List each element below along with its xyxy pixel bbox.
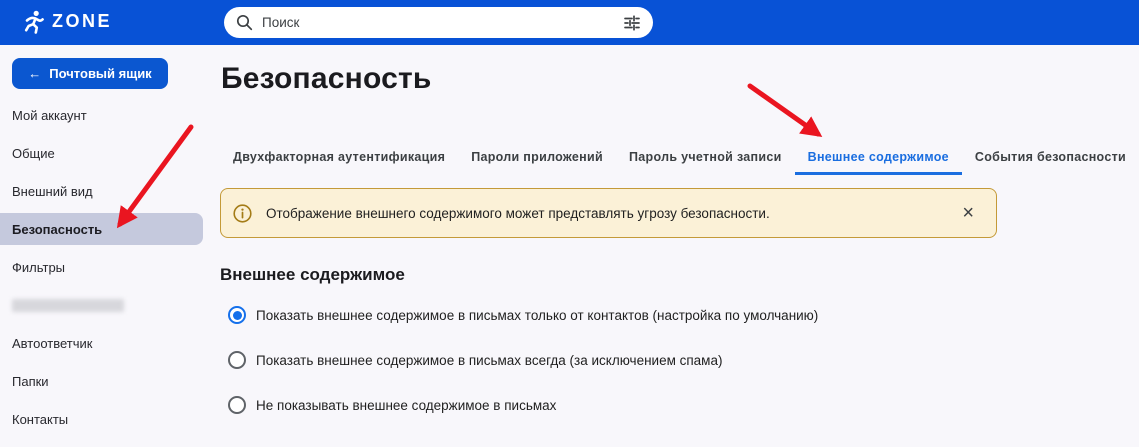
banner-message: Отображение внешнего содержимого может п… bbox=[266, 206, 770, 221]
sidebar-item-filters[interactable]: Фильтры bbox=[0, 248, 210, 286]
tab-account-password[interactable]: Пароль учетной записи bbox=[616, 141, 795, 175]
main-content: Безопасность Двухфакторная аутентификаци… bbox=[220, 45, 1139, 447]
sidebar-item-label: Автоответчик bbox=[12, 336, 92, 351]
sidebar-item-label: Общие bbox=[12, 146, 55, 161]
sidebar-item-label: Фильтры bbox=[12, 260, 65, 275]
search-icon bbox=[236, 14, 253, 31]
sidebar-item-general[interactable]: Общие bbox=[0, 134, 210, 172]
tab-two-factor-auth[interactable]: Двухфакторная аутентификация bbox=[220, 141, 458, 175]
topbar: ZONE bbox=[0, 0, 1139, 45]
security-warning-banner: Отображение внешнего содержимого может п… bbox=[220, 188, 997, 238]
sidebar-item-label: Безопасность bbox=[12, 222, 102, 237]
sidebar-item-label: Папки bbox=[12, 374, 49, 389]
sidebar-item-appearance[interactable]: Внешний вид bbox=[0, 172, 210, 210]
runner-icon bbox=[24, 10, 45, 35]
search-bar[interactable] bbox=[224, 7, 653, 38]
radio-option-label: Показать внешнее содержимое в письмах то… bbox=[256, 308, 818, 323]
sidebar-item-redacted[interactable] bbox=[0, 286, 210, 324]
section-heading: Внешнее содержимое bbox=[220, 265, 405, 285]
radio-unselected-icon[interactable] bbox=[228, 396, 246, 414]
radio-option-label: Показать внешнее содержимое в письмах вс… bbox=[256, 353, 722, 368]
sidebar-item-folders[interactable]: Папки bbox=[0, 362, 210, 400]
back-button-label: Почтовый ящик bbox=[49, 66, 151, 81]
radio-option-label: Не показывать внешнее содержимое в письм… bbox=[256, 398, 556, 413]
external-content-options: Показать внешнее содержимое в письмах то… bbox=[220, 299, 818, 421]
zone-logo[interactable]: ZONE bbox=[24, 0, 112, 45]
tab-security-events[interactable]: События безопасности bbox=[962, 141, 1139, 175]
info-icon bbox=[233, 204, 252, 223]
sidebar-item-label: Внешний вид bbox=[12, 184, 93, 199]
radio-selected-icon[interactable] bbox=[228, 306, 246, 324]
sidebar: ← Почтовый ящик Мой аккаунт Общие Внешни… bbox=[0, 45, 210, 447]
search-input[interactable] bbox=[262, 15, 614, 30]
tab-app-passwords[interactable]: Пароли приложений bbox=[458, 141, 616, 175]
sidebar-item-contacts[interactable]: Контакты bbox=[0, 400, 210, 438]
tab-external-content[interactable]: Внешнее содержимое bbox=[795, 141, 962, 175]
back-arrow-icon: ← bbox=[28, 66, 41, 81]
tune-filter-icon[interactable] bbox=[623, 14, 641, 32]
radio-option-never[interactable]: Не показывать внешнее содержимое в письм… bbox=[220, 389, 818, 421]
sidebar-item-label: Контакты bbox=[12, 412, 68, 427]
sidebar-item-my-account[interactable]: Мой аккаунт bbox=[0, 96, 210, 134]
radio-option-contacts-only[interactable]: Показать внешнее содержимое в письмах то… bbox=[220, 299, 818, 331]
sidebar-item-security[interactable]: Безопасность bbox=[0, 213, 203, 245]
radio-unselected-icon[interactable] bbox=[228, 351, 246, 369]
redacted-label bbox=[12, 299, 124, 312]
settings-page: ZONE ← Почтовый ящик bbox=[0, 0, 1139, 447]
radio-option-always[interactable]: Показать внешнее содержимое в письмах вс… bbox=[220, 344, 818, 376]
back-to-mailbox-button[interactable]: ← Почтовый ящик bbox=[12, 58, 168, 89]
settings-menu: Мой аккаунт Общие Внешний вид Безопаснос… bbox=[0, 96, 210, 438]
close-icon[interactable]: × bbox=[960, 201, 976, 225]
sidebar-item-autoresponder[interactable]: Автоответчик bbox=[0, 324, 210, 362]
security-tabs: Двухфакторная аутентификация Пароли прил… bbox=[220, 141, 1139, 175]
logo-text: ZONE bbox=[52, 11, 112, 34]
page-title: Безопасность bbox=[221, 62, 432, 96]
sidebar-item-label: Мой аккаунт bbox=[12, 108, 87, 123]
